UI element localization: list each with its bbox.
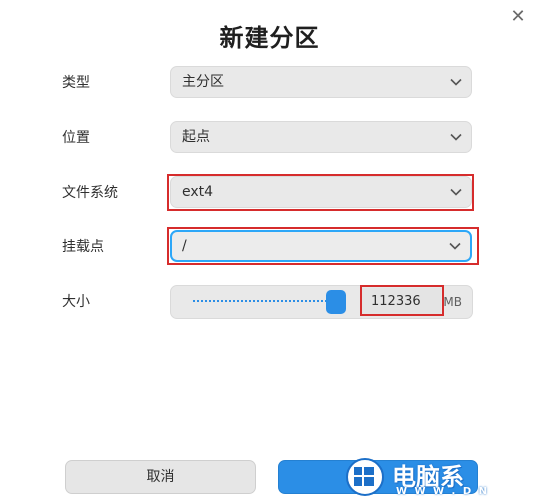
- mount-point-value: /: [182, 238, 187, 254]
- filesystem-select[interactable]: ext4: [170, 176, 472, 208]
- type-value: 主分区: [182, 74, 224, 90]
- chevron-down-icon: [449, 242, 461, 250]
- size-unit: MB: [443, 295, 462, 309]
- position-value: 起点: [182, 129, 210, 145]
- mount-point-select[interactable]: /: [170, 230, 472, 262]
- filesystem-label: 文件系统: [62, 185, 118, 201]
- position-row: 位置 起点: [0, 121, 539, 155]
- dialog-title: 新建分区: [219, 24, 320, 52]
- position-label: 位置: [62, 130, 90, 146]
- filesystem-row: 文件系统 ext4: [0, 176, 539, 210]
- filesystem-value: ext4: [182, 184, 214, 200]
- mount-point-label: 挂载点: [62, 239, 104, 255]
- type-select[interactable]: 主分区: [170, 66, 472, 98]
- size-label: 大小: [62, 294, 90, 310]
- mount-point-row: 挂载点 /: [0, 230, 539, 264]
- create-button[interactable]: [278, 460, 478, 494]
- size-input[interactable]: 112336: [361, 288, 441, 316]
- type-row: 类型 主分区: [0, 66, 539, 100]
- size-slider-track[interactable]: [193, 300, 343, 304]
- chevron-down-icon: [450, 78, 462, 86]
- new-partition-dialog: ✕ 新建分区 类型 主分区 位置 起点 文件系统 ext4 挂载点 / 大小 1…: [0, 0, 539, 500]
- cancel-button[interactable]: 取消: [65, 460, 256, 494]
- position-select[interactable]: 起点: [170, 121, 472, 153]
- type-label: 类型: [62, 75, 90, 91]
- chevron-down-icon: [450, 133, 462, 141]
- size-slider-thumb[interactable]: [325, 290, 346, 314]
- chevron-down-icon: [450, 188, 462, 196]
- size-control: 112336 MB: [170, 285, 473, 319]
